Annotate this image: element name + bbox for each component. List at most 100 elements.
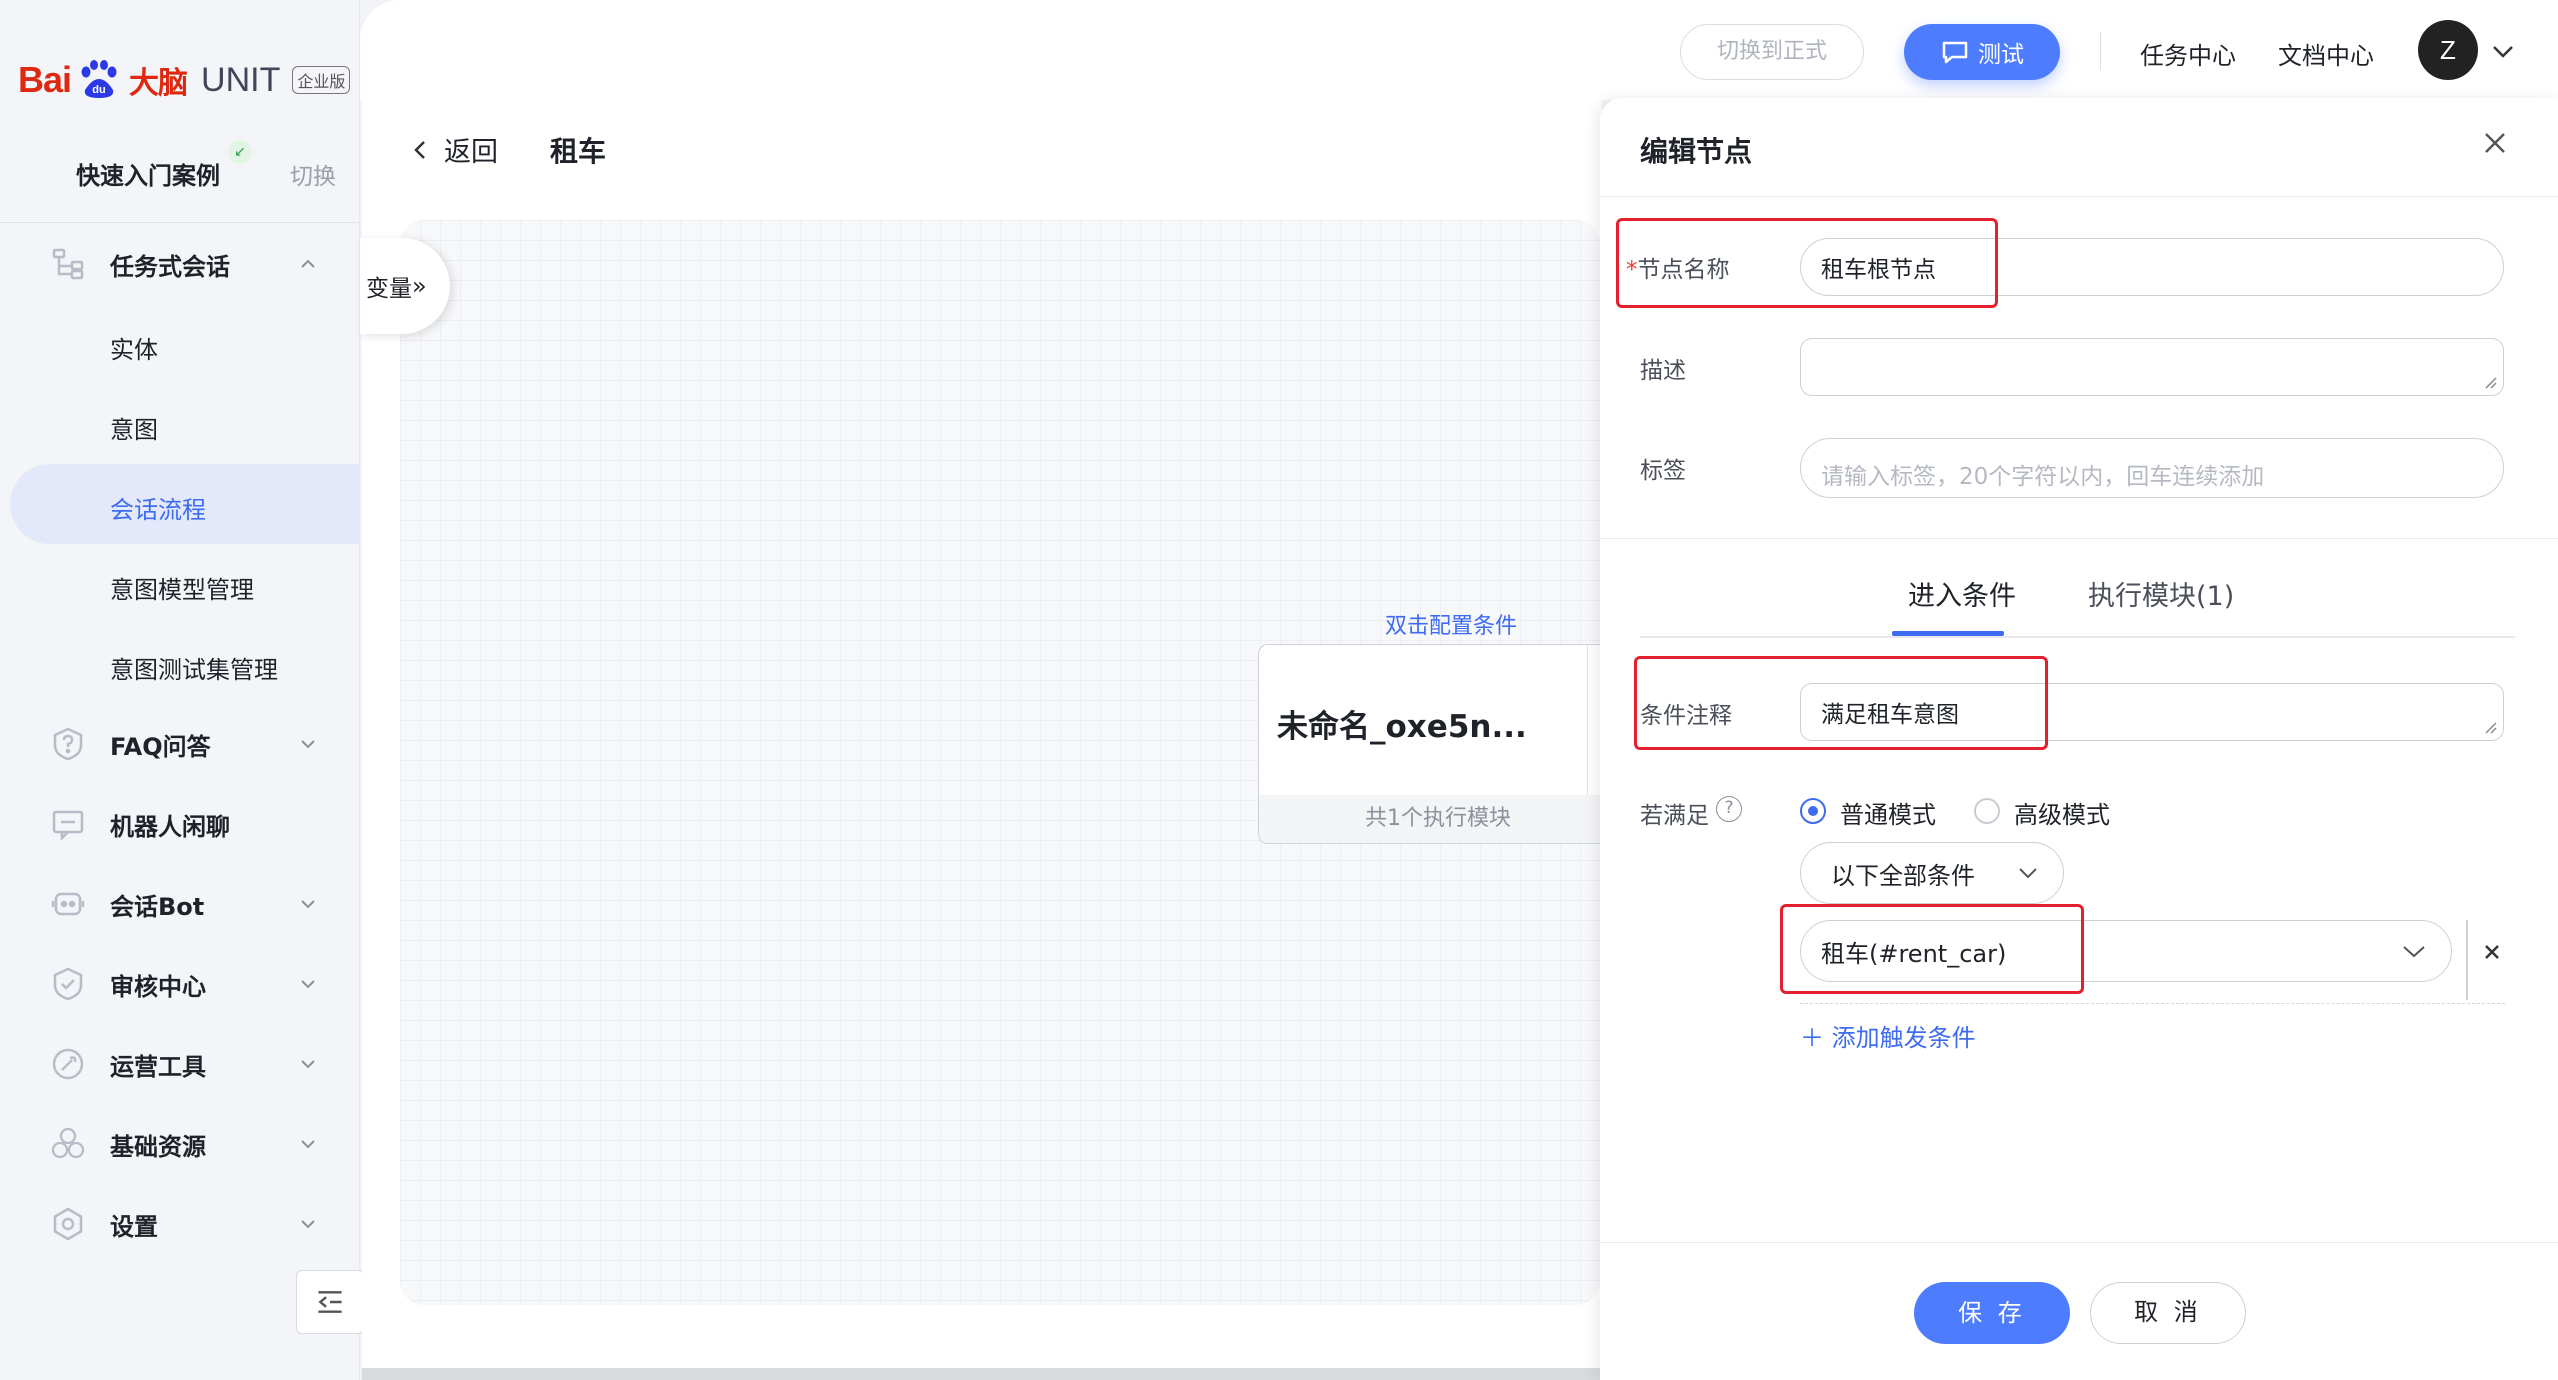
test-button-label: 测试 (1978, 42, 2024, 68)
avatar[interactable]: Z (2418, 20, 2478, 80)
if-met-label: 若满足 (1640, 803, 1709, 829)
task-center-link[interactable]: 任务中心 (2140, 36, 2236, 71)
condition-group-bracket (2466, 920, 2468, 1000)
tags-label: 标签 (1640, 458, 1686, 484)
logo-product-text: UNIT (201, 60, 281, 99)
topbar-divider (2100, 32, 2101, 70)
variables-label: 变量 (366, 276, 412, 302)
logo-bai-text: Bai (18, 59, 72, 100)
nav-ops-tools-label: 运营工具 (110, 1052, 206, 1081)
double-chevron-right-icon: » (412, 272, 427, 300)
chevron-down-icon (2403, 946, 2425, 958)
project-name: 快速入门案例 (76, 162, 220, 190)
node-name: 未命名_oxe5n... (1277, 709, 1527, 745)
nav-dialog-bot[interactable]: 会话Bot (0, 870, 360, 938)
back-button[interactable]: 返回 (410, 130, 498, 169)
radio-advanced-mode[interactable] (1974, 798, 2000, 824)
flow-node[interactable]: 未命名_oxe5n... 共1个执行模块 (1258, 644, 1618, 844)
nav-settings-label: 设置 (110, 1212, 158, 1241)
panel-footer-divider (1600, 1242, 2558, 1243)
chevron-down-icon (301, 1220, 315, 1229)
advanced-mode-label[interactable]: 高级模式 (2014, 795, 2110, 830)
highlight-box-condition (1780, 904, 2084, 994)
switch-to-formal-button[interactable]: 切换到正式 (1680, 24, 1864, 80)
node-footer: 共1个执行模块 (1259, 795, 1617, 843)
chat-bubble-icon (1942, 41, 1968, 64)
node-config-hint[interactable]: 双击配置条件 (1385, 608, 1517, 640)
sidebar-divider (0, 222, 360, 223)
chevron-down-icon (301, 900, 315, 909)
logo-du-text: du (92, 84, 105, 96)
collapse-menu-icon (318, 1291, 342, 1313)
nav-dialog-bot-label: 会话Bot (110, 892, 205, 921)
description-textarea[interactable] (1800, 338, 2504, 396)
shield-check-icon (53, 967, 83, 1001)
nav-task-dialog-label: 任务式会话 (110, 252, 230, 281)
collapse-sidebar-button[interactable] (296, 1270, 364, 1334)
baidu-paw-icon: du (81, 60, 117, 98)
sidebar-item-intent-testset[interactable]: 意图测试集管理 (110, 650, 278, 685)
tree-icon (52, 248, 84, 280)
chevron-down-icon[interactable] (2490, 38, 2516, 64)
save-button[interactable]: 保 存 (1914, 1282, 2070, 1344)
sidebar-item-intent[interactable]: 意图 (110, 410, 158, 445)
condition-dashed-divider (1800, 1003, 2505, 1004)
tags-input[interactable]: 请输入标签，20个字符以内，回车连续添加 (1800, 438, 2504, 498)
active-tab-indicator (1892, 631, 2004, 636)
nav-task-dialog[interactable]: 任务式会话 (0, 230, 360, 298)
sidebar: Bai du 大脑 UNIT 企业版 快速入门案例 ↙ 切换 任务式会话 实体 … (0, 0, 360, 1380)
bot-icon (51, 892, 85, 916)
chevron-up-icon (301, 259, 315, 268)
add-trigger-condition-button[interactable]: ＋ 添加触发条件 (1800, 1018, 1976, 1053)
chevron-down-icon (301, 740, 315, 749)
add-trigger-label: 添加触发条件 (1831, 1024, 1976, 1052)
cancel-button[interactable]: 取 消 (2090, 1282, 2246, 1344)
panel-title: 编辑节点 (1640, 135, 1753, 168)
page-title: 租车 (550, 135, 607, 168)
match-mode-select[interactable]: 以下全部条件 (1800, 842, 2064, 904)
project-status-icon: ↙ (228, 140, 252, 164)
highlight-box-node-name (1616, 218, 1998, 308)
switch-project-link[interactable]: 切换 (290, 157, 336, 191)
nav-chitchat[interactable]: 机器人闲聊 (0, 790, 360, 858)
description-label: 描述 (1640, 358, 1686, 384)
hexagons-icon (51, 1127, 85, 1159)
nav-faq-label: FAQ问答 (110, 732, 211, 761)
nav-faq[interactable]: FAQ问答 (0, 710, 360, 778)
chat-screen-icon (52, 810, 84, 842)
nav-chitchat-label: 机器人闲聊 (110, 812, 230, 841)
chevron-left-icon (414, 140, 425, 159)
nav-base-resources-label: 基础资源 (110, 1132, 206, 1161)
panel-header-divider (1600, 196, 2558, 197)
help-icon[interactable]: ? (1716, 796, 1742, 822)
sidebar-item-intent-model[interactable]: 意图模型管理 (110, 570, 254, 605)
sidebar-item-dialog-flow[interactable]: 会话流程 (110, 490, 206, 525)
tabs-baseline (1640, 636, 2515, 638)
radio-normal-mode[interactable] (1800, 798, 1826, 824)
resize-handle-icon[interactable] (2483, 720, 2497, 734)
node-divider (1587, 645, 1588, 795)
chevron-down-icon (301, 980, 315, 989)
chevron-down-icon (301, 1140, 315, 1149)
sidebar-item-entity[interactable]: 实体 (110, 330, 158, 365)
gear-hex-icon (53, 1207, 83, 1241)
remove-condition-icon[interactable] (2480, 940, 2504, 964)
baidu-unit-logo[interactable]: Bai du 大脑 UNIT 企业版 (18, 58, 351, 102)
doc-center-link[interactable]: 文档中心 (2278, 36, 2374, 71)
close-icon[interactable] (2480, 128, 2510, 158)
resize-handle-icon[interactable] (2483, 375, 2497, 389)
chevron-down-icon (301, 1060, 315, 1069)
panel-section-divider (1600, 538, 2558, 539)
question-shield-icon (53, 727, 83, 761)
normal-mode-label[interactable]: 普通模式 (1840, 795, 1936, 830)
nav-ops-tools[interactable]: 运营工具 (0, 1030, 360, 1098)
chevron-down-icon (2019, 868, 2037, 879)
nav-review-center[interactable]: 审核中心 (0, 950, 360, 1018)
nav-base-resources[interactable]: 基础资源 (0, 1110, 360, 1178)
tab-entry-conditions[interactable]: 进入条件 (1908, 574, 2016, 613)
test-button[interactable]: 测试 (1904, 24, 2060, 80)
horizontal-scrollbar[interactable] (362, 1368, 1602, 1380)
plus-icon: ＋ (1800, 1024, 1824, 1052)
nav-settings[interactable]: 设置 (0, 1190, 360, 1258)
tab-exec-modules[interactable]: 执行模块(1) (2088, 574, 2234, 613)
